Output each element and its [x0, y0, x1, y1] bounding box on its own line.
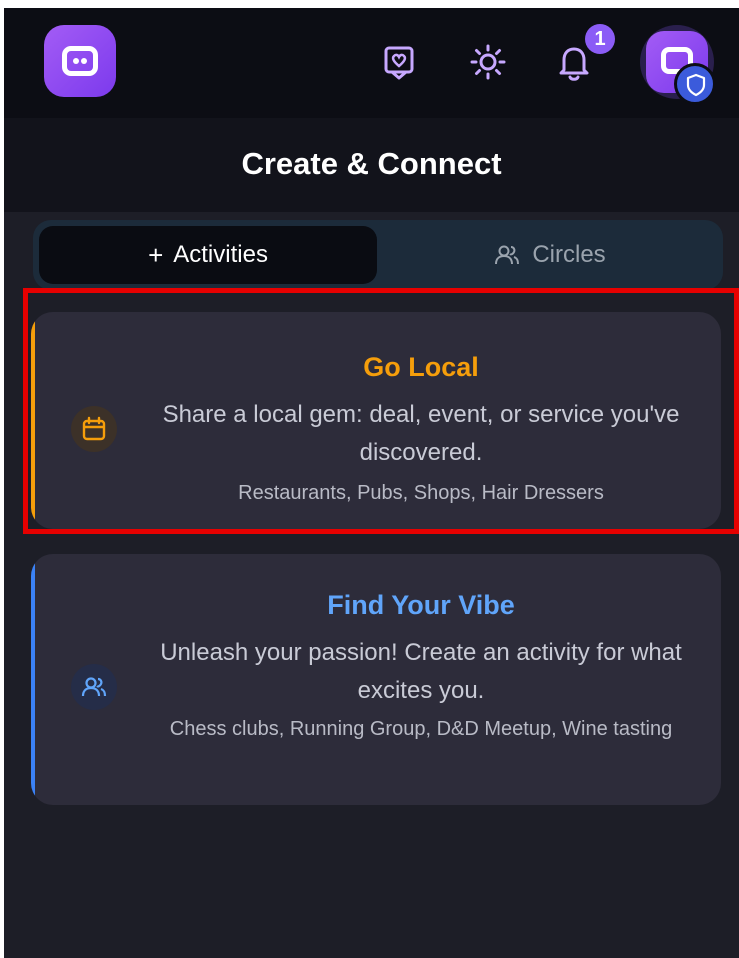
plus-icon: + [148, 239, 164, 270]
app-logo[interactable] [44, 25, 116, 97]
tab-bar: + Activities Circles [33, 220, 723, 290]
tab-circles-label: Circles [532, 241, 606, 268]
shield-icon [686, 73, 706, 97]
tab-activities-label: Activities [173, 241, 268, 268]
card-title: Find Your Vibe [327, 590, 515, 620]
theme-toggle-button[interactable] [466, 40, 510, 84]
calendar-icon [71, 406, 117, 452]
page-title: Create & Connect [4, 118, 739, 212]
sun-moon-icon [470, 44, 506, 80]
go-local-card[interactable]: Go Local Share a local gem: deal, event,… [31, 312, 721, 529]
users-icon [495, 245, 520, 265]
users-icon [71, 664, 117, 710]
chat-button[interactable] [377, 40, 421, 84]
card-examples: Restaurants, Pubs, Shops, Hair Dressers [238, 482, 604, 504]
chat-icon [384, 46, 414, 80]
card-accent-bar [31, 312, 35, 529]
card-description: Unleash your passion! Create an activity… [160, 639, 682, 704]
app-screen: 1 Create & Connect + Activities Circles … [4, 8, 739, 958]
card-title: Go Local [363, 352, 479, 382]
tab-activities[interactable]: + Activities [39, 226, 377, 284]
user-avatar[interactable] [640, 25, 716, 105]
card-accent-bar [31, 554, 35, 805]
admin-shield-badge [674, 63, 716, 105]
card-examples: Chess clubs, Running Group, D&D Meetup, … [169, 718, 673, 740]
card-description: Share a local gem: deal, event, or servi… [162, 401, 680, 466]
top-bar: 1 [4, 8, 739, 118]
notification-badge: 1 [585, 24, 615, 54]
find-your-vibe-card[interactable]: Find Your Vibe Unleash your passion! Cre… [31, 554, 721, 805]
logo-face-icon [62, 46, 98, 76]
tab-circles[interactable]: Circles [383, 226, 717, 284]
